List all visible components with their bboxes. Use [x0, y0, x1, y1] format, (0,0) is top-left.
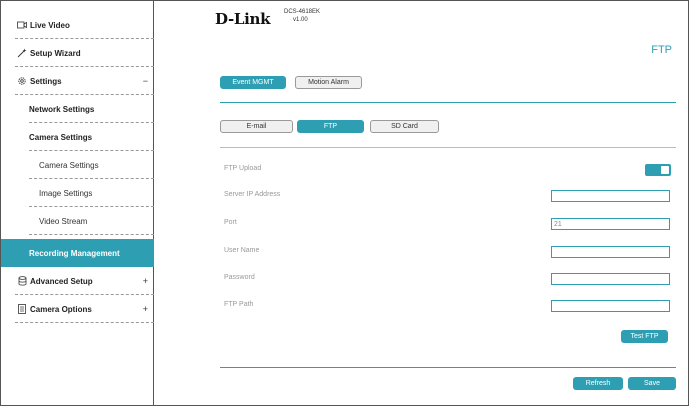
tab-motion-alarm[interactable]: Motion Alarm	[295, 76, 362, 89]
sidebar-item-recording-management[interactable]: Recording Management	[1, 239, 154, 267]
sidebar-item-label: Camera Settings	[29, 132, 93, 142]
password-field[interactable]	[551, 273, 670, 285]
port-field[interactable]	[551, 218, 670, 230]
sidebar-item-label: Image Settings	[39, 188, 93, 198]
sidebar-item-label: Video Stream	[39, 216, 88, 226]
sidebar-item-label: Settings	[30, 76, 62, 86]
toggle-knob	[661, 166, 669, 174]
expand-toggle[interactable]: +	[143, 276, 148, 286]
section-divider	[220, 367, 676, 368]
server-ip-label: Server IP Address	[224, 191, 281, 198]
expand-toggle[interactable]: +	[143, 304, 148, 314]
refresh-button[interactable]: Refresh	[573, 377, 623, 390]
ftp-upload-label: FTP Upload	[224, 165, 262, 172]
page-title: FTP	[651, 44, 672, 56]
ftp-upload-toggle[interactable]	[645, 164, 671, 176]
gear-icon	[17, 76, 27, 86]
section-divider	[220, 102, 676, 103]
ftp-path-field[interactable]	[551, 300, 670, 312]
sidebar-item-video-stream[interactable]: Video Stream	[1, 207, 154, 235]
port-label: Port	[224, 219, 237, 226]
sidebar-item-label: Camera Options	[30, 304, 92, 314]
tab-event-mgmt[interactable]: Event MGMT	[220, 76, 286, 89]
model-name: DCS-4618EK	[284, 9, 321, 15]
sidebar-item-label: Camera Settings	[39, 160, 99, 170]
sidebar-item-label: Network Settings	[29, 104, 95, 114]
database-icon	[17, 276, 27, 286]
save-button[interactable]: Save	[628, 377, 676, 390]
wand-icon	[17, 48, 27, 58]
tab-sd-card[interactable]: SD Card	[370, 120, 439, 133]
tab-email[interactable]: E-mail	[220, 120, 293, 133]
video-icon	[17, 20, 27, 30]
sidebar-item-setup-wizard[interactable]: Setup Wizard	[1, 39, 154, 67]
test-ftp-button[interactable]: Test FTP	[621, 330, 668, 343]
sidebar-item-network-settings[interactable]: Network Settings	[1, 95, 154, 123]
document-icon	[17, 304, 27, 314]
password-label: Password	[224, 274, 255, 281]
user-name-field[interactable]	[551, 246, 670, 258]
sidebar-item-settings[interactable]: Settings −	[1, 67, 154, 95]
sidebar-item-label: Setup Wizard	[30, 48, 81, 58]
server-ip-field[interactable]	[551, 190, 670, 202]
user-name-label: User Name	[224, 247, 260, 254]
dlink-logo: D-Link	[215, 10, 271, 28]
firmware-version: v1.00	[293, 17, 308, 23]
tab-ftp[interactable]: FTP	[297, 120, 364, 133]
sidebar-item-camera-settings-group[interactable]: Camera Settings	[1, 123, 154, 151]
sidebar-item-label: Advanced Setup	[30, 276, 93, 286]
main-panel: D-Link DCS-4618EK v1.00 FTP Event MGMT M…	[155, 1, 688, 405]
sidebar-item-camera-options[interactable]: Camera Options +	[1, 295, 154, 323]
sidebar-item-label: Recording Management	[29, 248, 120, 258]
sidebar-item-advanced-setup[interactable]: Advanced Setup +	[1, 267, 154, 295]
sidebar-item-live-video[interactable]: Live Video	[1, 11, 154, 39]
sidebar-item-image-settings[interactable]: Image Settings	[1, 179, 154, 207]
section-divider	[220, 147, 676, 148]
sidebar-item-camera-settings[interactable]: Camera Settings	[1, 151, 154, 179]
sidebar: Live Video Setup Wizard Settings − Netwo…	[1, 1, 154, 405]
ftp-path-label: FTP Path	[224, 301, 254, 308]
sidebar-item-label: Live Video	[30, 20, 70, 30]
collapse-toggle[interactable]: −	[143, 76, 148, 86]
